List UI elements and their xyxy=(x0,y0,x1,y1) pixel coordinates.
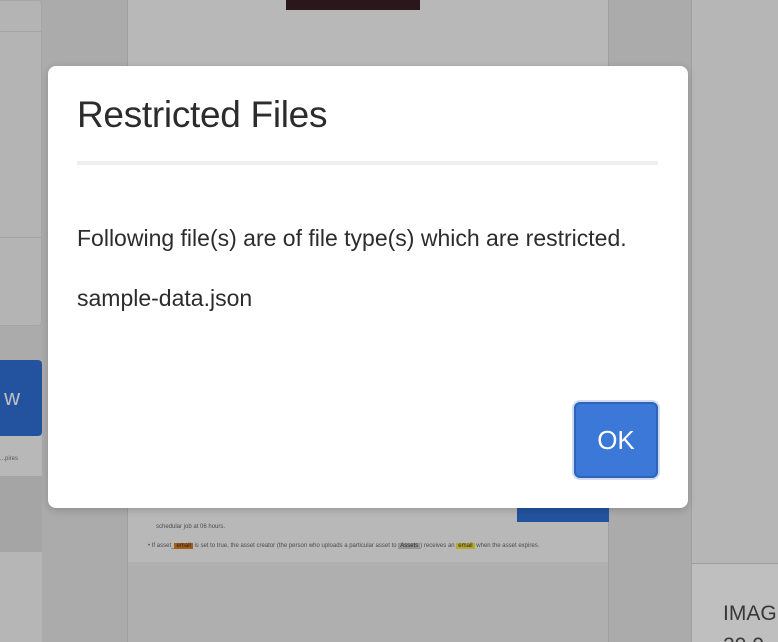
restricted-file-name: sample-data.json xyxy=(77,285,253,311)
dialog-title: Restricted Files xyxy=(77,94,328,135)
restricted-files-dialog: Restricted Files Following file(s) are o… xyxy=(48,66,688,508)
ok-button[interactable]: OK xyxy=(574,402,658,478)
dialog-divider xyxy=(77,161,658,165)
screen: w ...pires schedular job at 06 hours. • … xyxy=(0,0,778,642)
dialog-message: Following file(s) are of file type(s) wh… xyxy=(77,225,627,251)
